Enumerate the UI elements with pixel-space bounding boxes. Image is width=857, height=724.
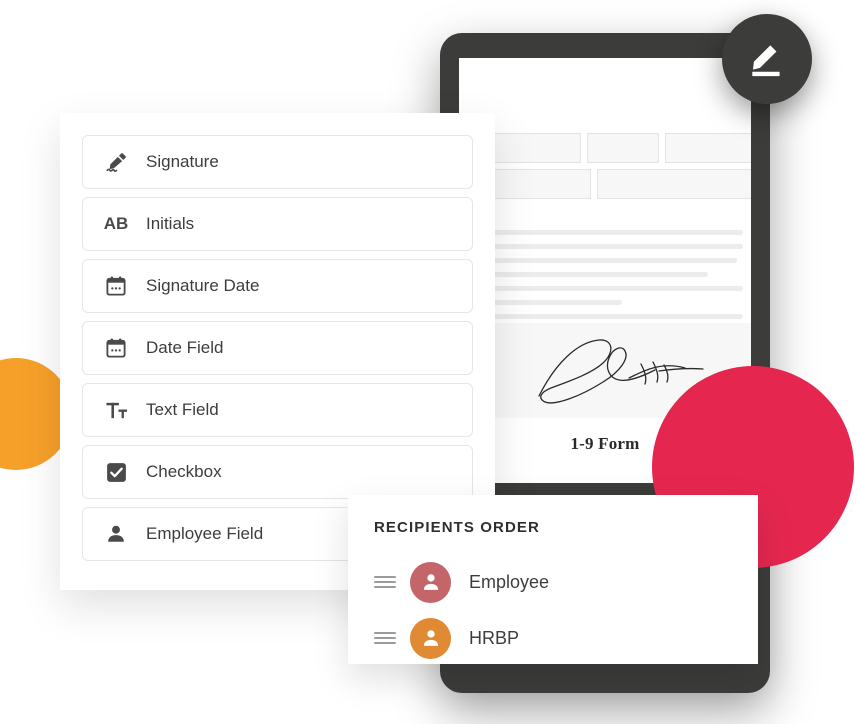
drag-handle-icon[interactable] [374, 629, 396, 647]
recipient-name: HRBP [469, 627, 520, 648]
field-item-signature[interactable]: Signature [82, 135, 473, 189]
document-text-line [491, 258, 738, 263]
recipient-row-employee[interactable]: Employee [374, 554, 732, 610]
document-form-box [665, 133, 751, 163]
recipients-order-panel: RECIPIENTS ORDER Employee HRBP [348, 495, 758, 664]
calendar-icon [103, 273, 129, 299]
calendar-icon [103, 335, 129, 361]
avatar [410, 561, 451, 603]
person-icon [103, 521, 129, 547]
pencil-edit-icon [752, 45, 780, 77]
field-item-label: Date Field [146, 338, 224, 357]
signature-pen-icon [103, 149, 129, 175]
document-text-line [491, 272, 709, 277]
illustration-stage: 1-9 Form Signature AB Initials Signature… [0, 0, 857, 724]
field-item-initials[interactable]: AB Initials [82, 197, 473, 251]
recipients-order-title: RECIPIENTS ORDER [374, 519, 540, 536]
text-format-icon [103, 397, 129, 423]
field-item-text-field[interactable]: Text Field [82, 383, 473, 437]
edit-button[interactable] [722, 14, 812, 104]
document-text-line [491, 230, 743, 235]
document-text-line [491, 300, 622, 305]
field-item-label: Checkbox [146, 462, 222, 481]
field-item-label: Employee Field [146, 524, 264, 543]
document-text-line [491, 286, 743, 291]
initials-ab-icon: AB [103, 214, 129, 233]
document-form-box [491, 169, 591, 199]
checkbox-checked-icon [103, 459, 129, 485]
document-form-box [597, 169, 751, 199]
field-item-label: Initials [146, 214, 195, 233]
drag-handle-icon[interactable] [374, 573, 396, 591]
recipient-row-hrbp[interactable]: HRBP [374, 610, 732, 666]
document-text-line [491, 244, 743, 249]
document-form-box [491, 133, 581, 163]
field-item-checkbox[interactable]: Checkbox [82, 445, 473, 499]
document-text-line [491, 314, 743, 319]
field-item-label: Text Field [146, 400, 219, 419]
avatar [410, 617, 451, 659]
field-item-signature-date[interactable]: Signature Date [82, 259, 473, 313]
field-item-label: Signature [146, 152, 219, 171]
document-form-box [587, 133, 659, 163]
document-form-fields [491, 133, 751, 199]
field-item-date-field[interactable]: Date Field [82, 321, 473, 375]
field-item-label: Signature Date [146, 276, 260, 295]
recipient-name: Employee [469, 571, 550, 592]
